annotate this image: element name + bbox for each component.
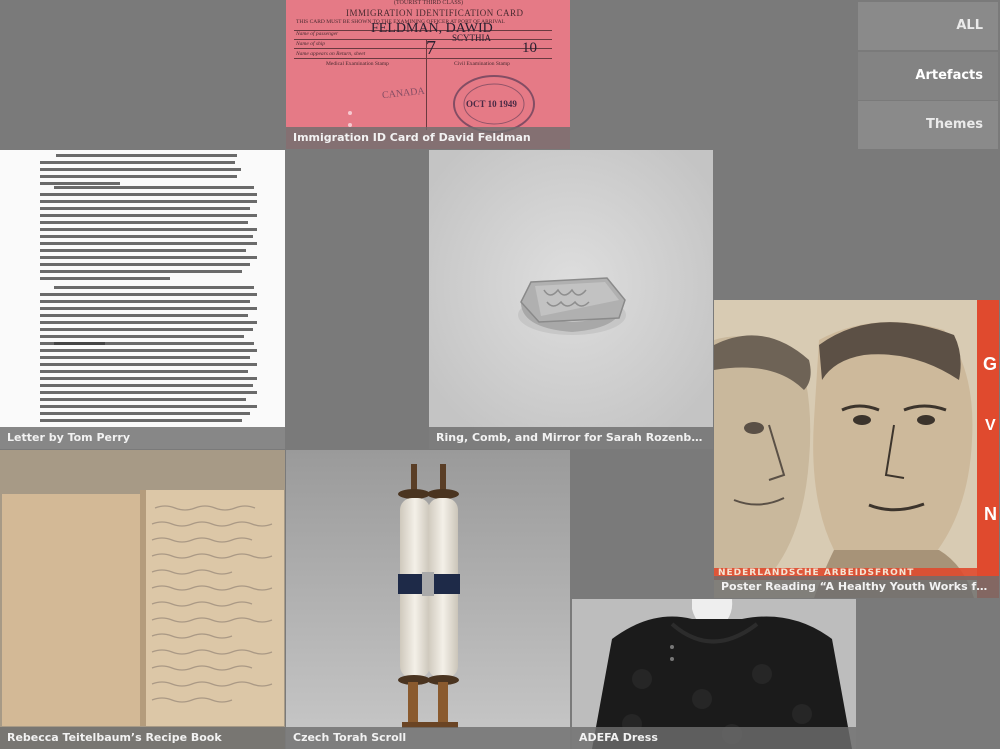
recipe-book-image	[0, 450, 285, 749]
letter-image	[0, 150, 285, 449]
filter-artefacts-button[interactable]: Artefacts	[858, 52, 998, 100]
svg-text:G: G	[983, 354, 997, 374]
artefact-caption: Czech Torah Scroll	[286, 727, 570, 749]
artefact-tile-letter[interactable]: Letter by Tom Perry	[0, 150, 285, 449]
poster-faces-icon: G V N	[714, 300, 999, 598]
svg-text:V: V	[985, 417, 996, 434]
artefact-tile-torah-scroll[interactable]: Czech Torah Scroll	[286, 450, 570, 749]
artefact-tile-poster[interactable]: G V N NEDERLANDSCHE ARBEIDSFRONT Poster …	[714, 300, 999, 598]
artefact-tile-recipe-book[interactable]: Rebecca Teitelbaum’s Recipe Book	[0, 450, 285, 749]
artefact-caption: Poster Reading “A Healthy Youth Works fo…	[714, 576, 999, 598]
poster-image: G V N NEDERLANDSCHE ARBEIDSFRONT	[714, 300, 999, 598]
artefact-tile-ring[interactable]: Ring, Comb, and Mirror for Sarah Rozenbe…	[429, 150, 713, 449]
artefact-caption: Rebecca Teitelbaum’s Recipe Book	[0, 727, 285, 749]
open-book-icon	[0, 450, 285, 749]
artefact-caption: Immigration ID Card of David Feldman	[286, 127, 570, 149]
artefact-caption: ADEFA Dress	[572, 727, 856, 749]
filter-all-button[interactable]: ALL	[858, 2, 998, 50]
card-stamp-date: OCT 10 1949	[466, 99, 517, 109]
artefact-tile-immigration-card[interactable]: (TOURIST THIRD CLASS) IMMIGRATION IDENTI…	[286, 0, 570, 149]
ring-image	[429, 150, 713, 449]
artefact-caption: Ring, Comb, and Mirror for Sarah Rozenbe…	[429, 427, 713, 449]
filter-themes-button[interactable]: Themes	[858, 101, 998, 149]
svg-text:N: N	[984, 504, 997, 524]
ring-icon	[429, 150, 713, 449]
torah-scroll-image	[286, 450, 570, 749]
torah-scroll-icon	[286, 450, 570, 749]
artefact-tile-adefa-dress[interactable]: ADEFA Dress	[572, 599, 856, 749]
artefact-caption: Letter by Tom Perry	[0, 427, 285, 449]
